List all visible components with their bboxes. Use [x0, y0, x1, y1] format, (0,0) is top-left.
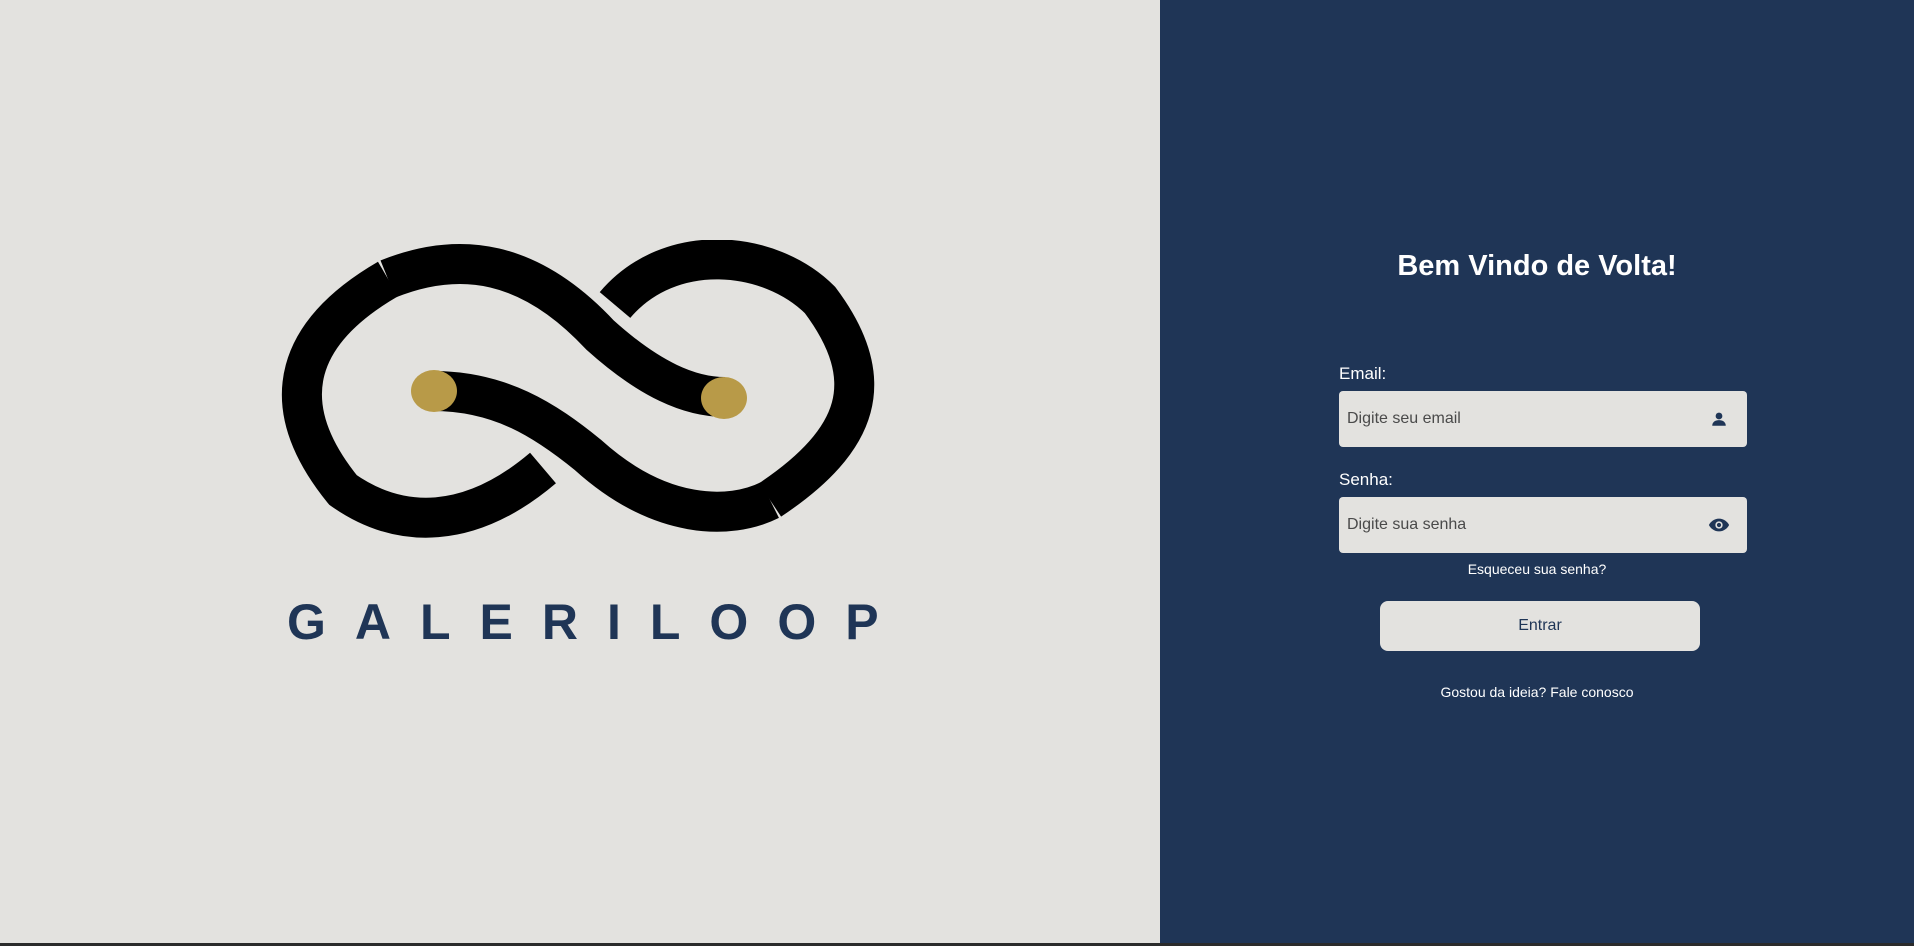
- user-icon: [1691, 391, 1747, 447]
- gold-dot-right: [701, 377, 747, 419]
- email-label: Email:: [1339, 364, 1387, 383]
- galeriloop-logo-icon: [281, 240, 875, 538]
- footer-text: Gostou da ideia?: [1440, 684, 1547, 700]
- submit-button[interactable]: Entrar: [1380, 601, 1700, 651]
- footer: Gostou da ideia? Fale conosco: [1160, 684, 1914, 700]
- password-field[interactable]: [1339, 497, 1691, 553]
- password-label: Senha:: [1339, 470, 1393, 489]
- gold-dot-left: [411, 370, 457, 412]
- eye-icon[interactable]: [1691, 497, 1747, 553]
- brand-name: GALERILOOP: [287, 594, 908, 650]
- password-field-container: [1339, 497, 1747, 553]
- email-field[interactable]: [1339, 391, 1691, 447]
- contact-link[interactable]: Fale conosco: [1550, 684, 1633, 700]
- login-panel: Bem Vindo de Volta! Email: Senha: Esquec…: [1160, 0, 1914, 943]
- forgot-password-link[interactable]: Esqueceu sua senha?: [1160, 561, 1914, 577]
- page-title: Bem Vindo de Volta!: [1397, 250, 1677, 282]
- brand-panel: GALERILOOP: [0, 0, 1160, 943]
- email-field-container: [1339, 391, 1747, 447]
